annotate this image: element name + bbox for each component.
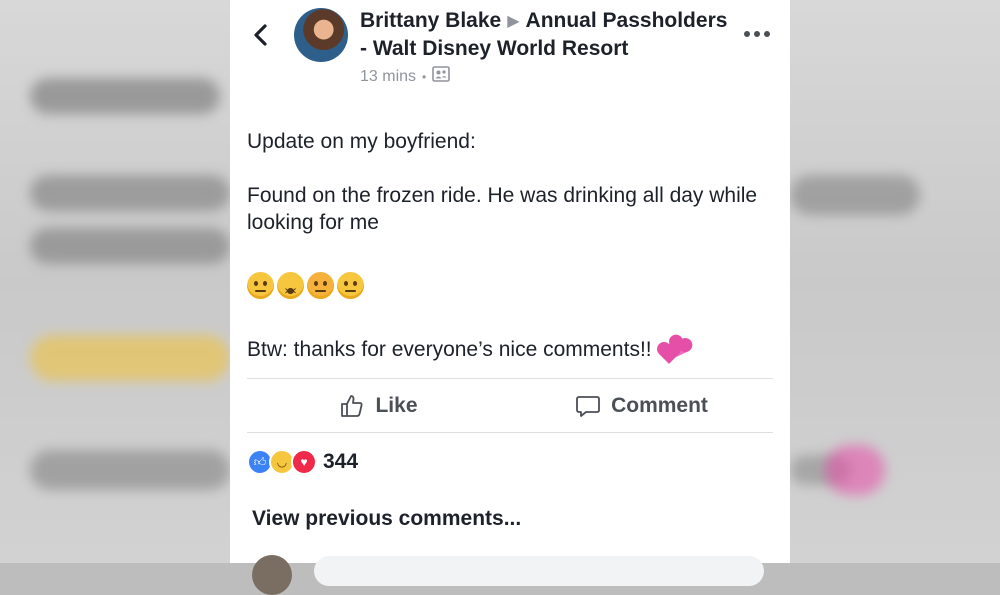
meta-separator: • bbox=[422, 69, 427, 84]
post-text-line: Found on the frozen ride. He was drinkin… bbox=[247, 184, 758, 234]
post-title: Brittany Blake ▶ Annual Passholders - Walt… bbox=[360, 8, 730, 62]
post-text-line: Update on my boyfriend: bbox=[247, 130, 476, 153]
post-text-line: Btw: thanks for everyone’s nice comments… bbox=[247, 338, 652, 361]
divider bbox=[247, 432, 773, 433]
love-reaction-icon: ♥ bbox=[291, 449, 317, 475]
blurred-background-shape bbox=[825, 445, 885, 495]
blurred-background-shape bbox=[30, 78, 220, 114]
angry-face-icon bbox=[307, 272, 334, 299]
two-hearts-icon bbox=[658, 338, 688, 364]
post-card: Brittany Blake ▶ Annual Passholders - Walt… bbox=[230, 0, 790, 595]
commenter-avatar[interactable] bbox=[252, 555, 292, 595]
post-text-line-with-emoji: Btw: thanks for everyone’s nice comments… bbox=[247, 336, 688, 364]
unamused-face-icon bbox=[337, 272, 364, 299]
author-name[interactable]: Brittany Blake bbox=[360, 9, 501, 32]
more-options-icon[interactable] bbox=[744, 26, 772, 42]
post-header: Brittany Blake ▶ Annual Passholders - Walt… bbox=[360, 8, 730, 87]
blurred-background-shape bbox=[30, 335, 230, 381]
like-label: Like bbox=[375, 393, 418, 417]
reaction-count: 344 bbox=[323, 450, 359, 473]
group-audience-icon bbox=[432, 66, 451, 87]
share-arrow-icon: ▶ bbox=[507, 13, 520, 30]
blurred-background-shape bbox=[30, 175, 230, 211]
dizzy-face-icon bbox=[277, 272, 304, 305]
comment-bubble bbox=[314, 556, 764, 586]
post-meta: 13 mins • bbox=[360, 66, 730, 87]
post-time[interactable]: 13 mins bbox=[360, 68, 416, 86]
back-arrow-icon[interactable] bbox=[248, 18, 274, 52]
post-actions: Like Comment bbox=[247, 379, 773, 432]
view-previous-comments-link[interactable]: View previous comments... bbox=[252, 507, 521, 531]
comment-label: Comment bbox=[611, 393, 708, 417]
like-button[interactable]: Like bbox=[247, 379, 510, 432]
worried-face-icon bbox=[247, 272, 274, 299]
blurred-background-shape bbox=[30, 228, 230, 264]
reactions-summary[interactable]: 👍︎ ◡ ♥ 344 bbox=[247, 449, 358, 475]
emoji-row bbox=[247, 272, 364, 305]
comment-icon bbox=[575, 393, 601, 419]
blurred-background-shape bbox=[30, 450, 230, 490]
blurred-background-shape bbox=[790, 175, 920, 215]
thumbs-up-icon bbox=[339, 393, 365, 419]
author-avatar[interactable] bbox=[294, 8, 348, 62]
comment-button[interactable]: Comment bbox=[510, 379, 773, 432]
